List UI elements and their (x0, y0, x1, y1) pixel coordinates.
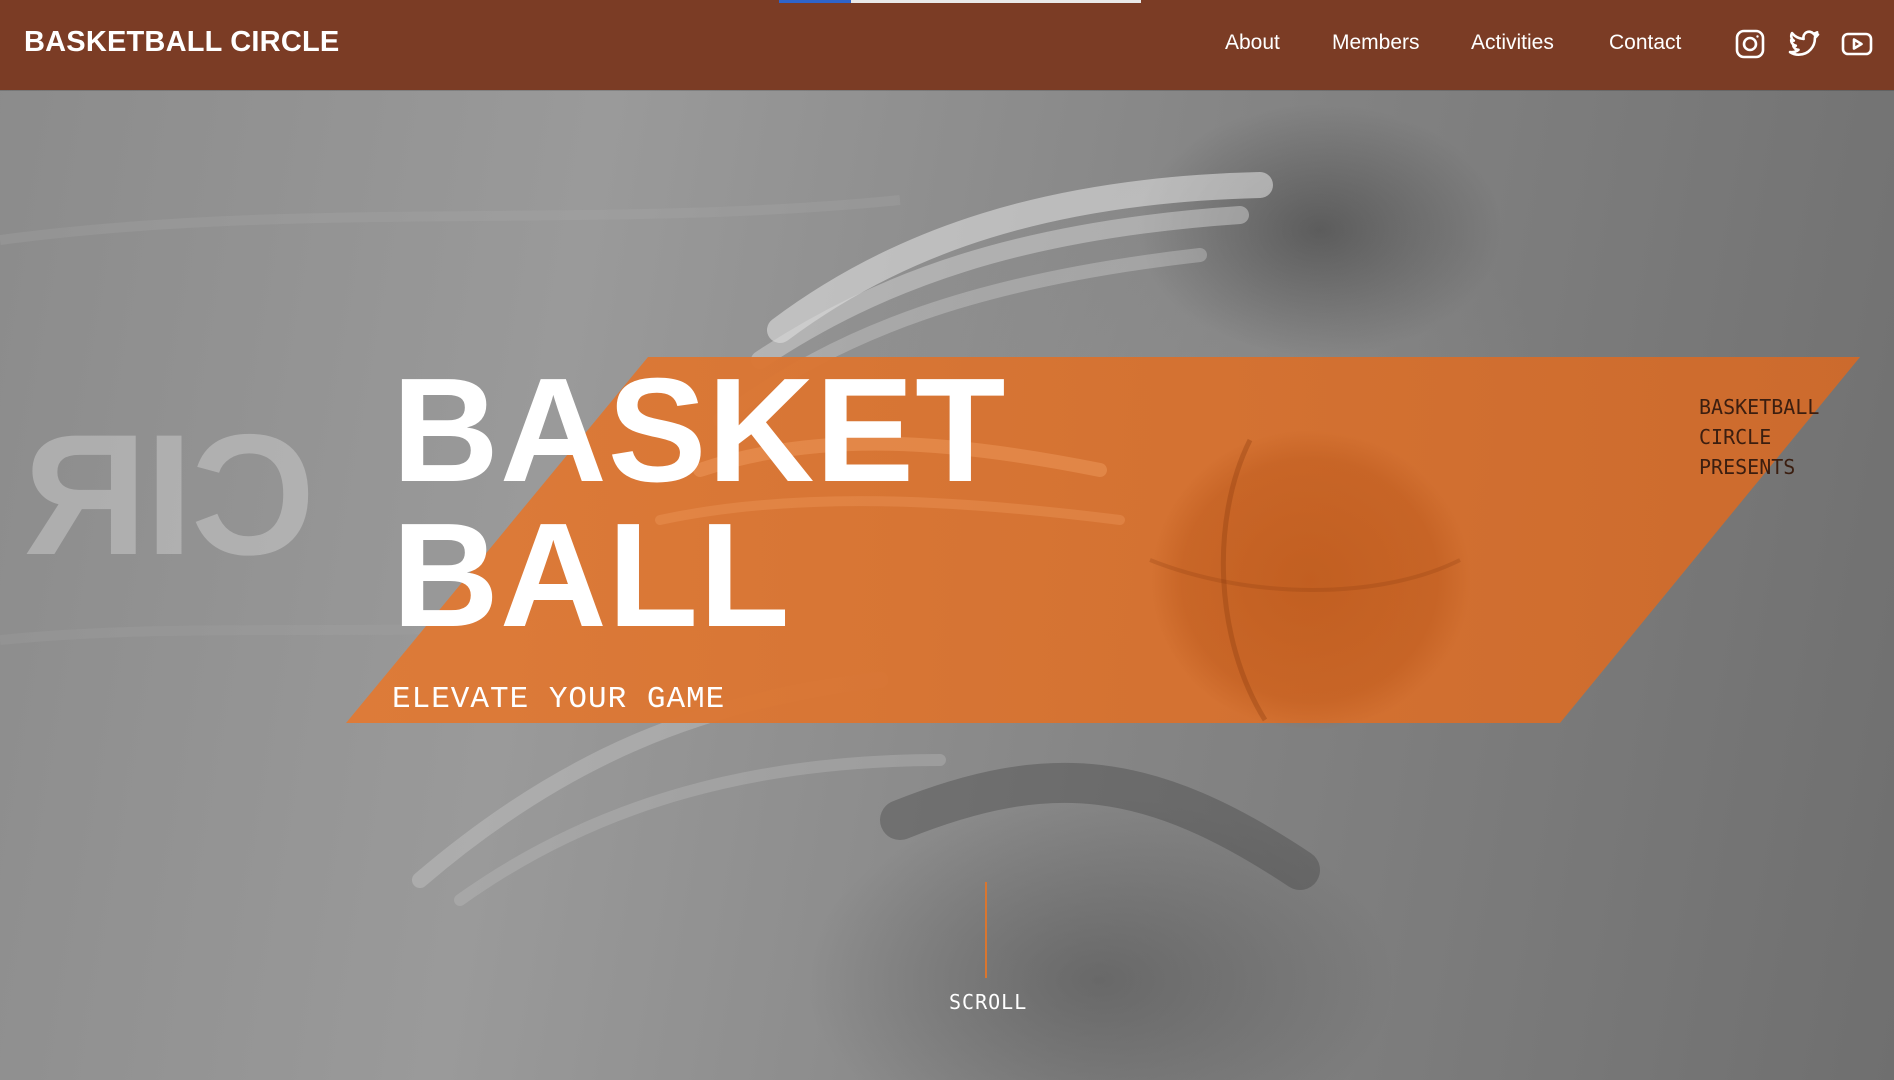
headline-line-1: BASKET (392, 348, 1007, 513)
youtube-icon[interactable] (1840, 27, 1874, 61)
side-note: BASKETBALL CIRCLE PRESENTS (1699, 392, 1821, 484)
scroll-button[interactable]: SCROLL (949, 990, 1026, 1014)
top-navigation-bar: BASKETBALL CIRCLE About Members Activiti… (0, 0, 1894, 90)
nav-link-activities[interactable]: Activities (1471, 31, 1554, 55)
page-progress-bar (779, 0, 1141, 3)
hero-tagline: ELEVATE YOUR GAME (392, 682, 726, 717)
page-progress-fill (779, 0, 852, 3)
nav-link-members[interactable]: Members (1332, 31, 1420, 55)
headline-line-2: BALL (392, 493, 791, 658)
brand-logo[interactable]: BASKETBALL CIRCLE (24, 26, 339, 59)
twitter-icon[interactable] (1787, 27, 1821, 61)
side-note-line-3: PRESENTS (1699, 455, 1796, 479)
instagram-icon[interactable] (1733, 27, 1767, 61)
nav-link-about[interactable]: About (1225, 31, 1280, 55)
nav-link-contact[interactable]: Contact (1609, 31, 1681, 55)
scroll-indicator-line (985, 882, 987, 978)
hero-headline: BASKET BALL (392, 348, 1007, 658)
side-note-line-1: BASKETBALL (1699, 395, 1820, 419)
side-note-line-2: CIRCLE (1699, 425, 1772, 449)
